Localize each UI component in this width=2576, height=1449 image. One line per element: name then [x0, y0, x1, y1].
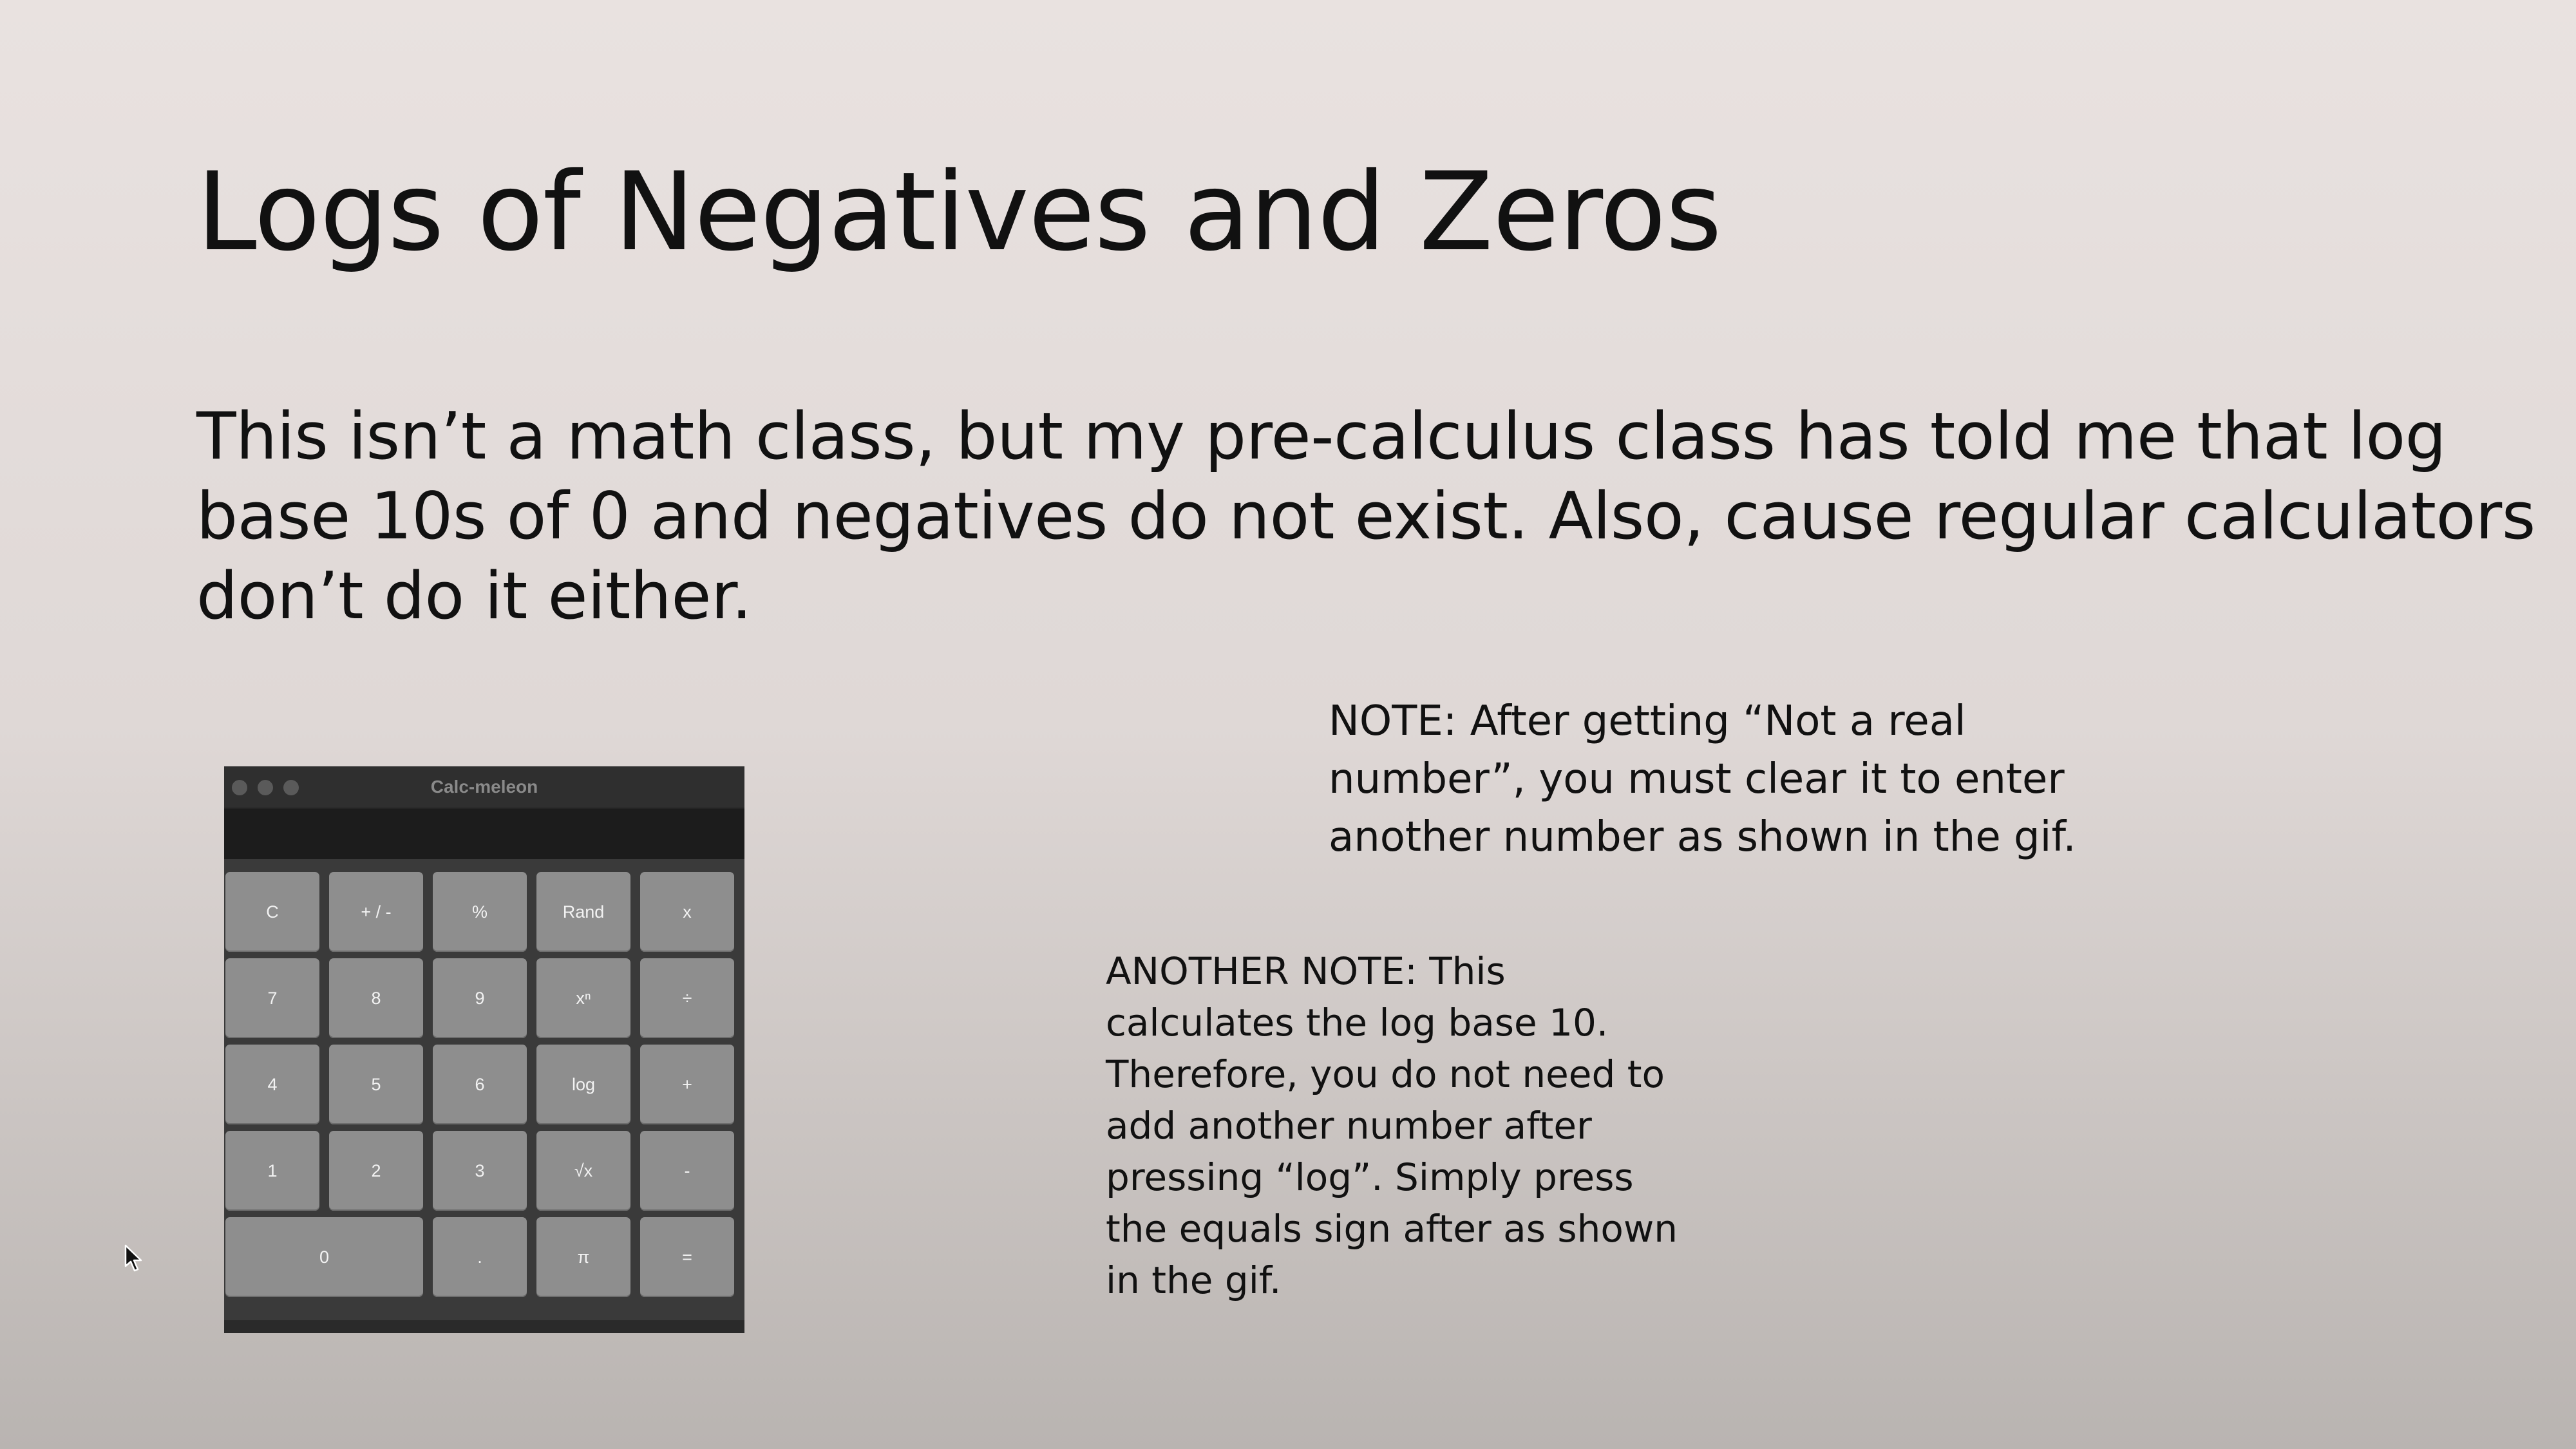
log-button[interactable]: log: [536, 1045, 630, 1124]
note-line: calculates the log base 10.: [1106, 1001, 1609, 1045]
note-line: pressing “log”. Simply press: [1106, 1155, 1634, 1199]
percent-button[interactable]: %: [433, 872, 527, 952]
negate-button[interactable]: + / -: [329, 872, 423, 952]
note-log-base: ANOTHER NOTE: This calculates the log ba…: [1106, 945, 1678, 1306]
calculator-bottom-edge: [224, 1320, 744, 1333]
minus-button[interactable]: -: [640, 1131, 734, 1211]
nine-button[interactable]: 9: [433, 958, 527, 1038]
equals-button[interactable]: =: [640, 1217, 734, 1297]
note-line: NOTE: After getting “Not a real: [1329, 697, 1966, 745]
four-button[interactable]: 4: [225, 1045, 319, 1124]
note-line: another number as shown in the gif.: [1329, 813, 2076, 861]
calculator-title: Calc-meleon: [430, 777, 538, 797]
note-clear: NOTE: After getting “Not a real number”,…: [1329, 692, 2076, 866]
plus-button[interactable]: +: [640, 1045, 734, 1124]
body-line: don’t do it either.: [196, 558, 752, 634]
note-line: the equals sign after as shown: [1106, 1207, 1678, 1251]
note-line: ANOTHER NOTE: This: [1106, 949, 1506, 993]
note-line: Therefore, you do not need to: [1106, 1052, 1665, 1096]
multiply-button[interactable]: x: [640, 872, 734, 952]
mouse-pointer-icon: [124, 1244, 142, 1272]
clear-button[interactable]: C: [225, 872, 319, 952]
note-line: in the gif.: [1106, 1258, 1282, 1302]
seven-button[interactable]: 7: [225, 958, 319, 1038]
body-line: This isn’t a math class, but my pre-calc…: [196, 398, 2447, 474]
eight-button[interactable]: 8: [329, 958, 423, 1038]
one-button[interactable]: 1: [225, 1131, 319, 1211]
two-button[interactable]: 2: [329, 1131, 423, 1211]
calculator-window: Calc-meleon C + / - % Rand x 7 8 9 xⁿ ÷ …: [224, 766, 744, 1333]
pi-button[interactable]: π: [536, 1217, 630, 1297]
calculator-titlebar[interactable]: Calc-meleon: [224, 766, 744, 809]
calculator-display: [224, 809, 744, 859]
note-line: add another number after: [1106, 1104, 1592, 1148]
zero-button[interactable]: 0: [225, 1217, 423, 1297]
sqrt-button[interactable]: √x: [536, 1131, 630, 1211]
divide-button[interactable]: ÷: [640, 958, 734, 1038]
six-button[interactable]: 6: [433, 1045, 527, 1124]
rand-button[interactable]: Rand: [536, 872, 630, 952]
three-button[interactable]: 3: [433, 1131, 527, 1211]
decimal-button[interactable]: .: [433, 1217, 527, 1297]
body-paragraph: This isn’t a math class, but my pre-calc…: [196, 396, 2535, 636]
body-line: base 10s of 0 and negatives do not exist…: [196, 478, 2535, 554]
slide-title: Logs of Negatives and Zeros: [196, 149, 1722, 275]
power-button[interactable]: xⁿ: [536, 958, 630, 1038]
note-line: number”, you must clear it to enter: [1329, 755, 2065, 803]
five-button[interactable]: 5: [329, 1045, 423, 1124]
